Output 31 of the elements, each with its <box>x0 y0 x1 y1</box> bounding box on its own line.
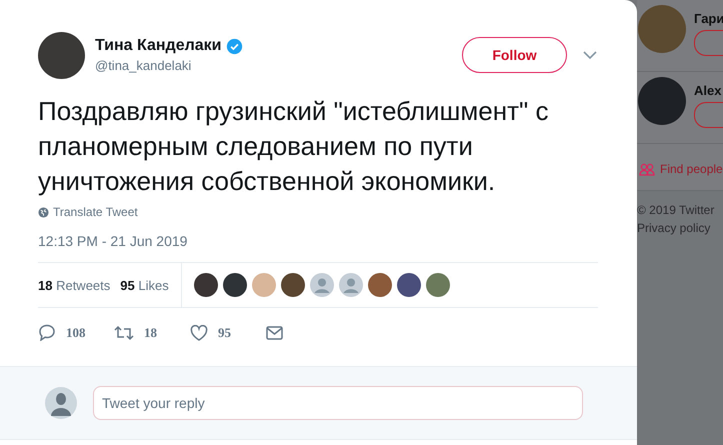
user-name[interactable]: Тина Канделаки <box>95 37 222 55</box>
default-avatar-icon <box>45 387 77 419</box>
account-name[interactable]: Alex <box>694 83 723 98</box>
follow-button[interactable]: Follow <box>462 37 567 73</box>
globe-icon <box>38 206 49 218</box>
copyright-text: © 2019 Twitter <box>637 203 716 217</box>
user-handle[interactable]: @tina_kandelaki <box>95 58 462 73</box>
action-count: 18 <box>144 324 157 340</box>
action-count: 95 <box>218 324 231 340</box>
default-avatar-icon[interactable] <box>310 273 334 297</box>
tweet-timestamp: 12:13 PM - 21 Jun 2019 <box>38 233 188 249</box>
footer-link[interactable]: Privacy policy <box>637 221 710 235</box>
liker-photo-placeholder[interactable] <box>368 273 392 297</box>
envelope-icon[interactable] <box>266 326 283 340</box>
liker-photo-placeholder[interactable] <box>280 273 305 297</box>
chevron-down-icon[interactable] <box>583 50 597 60</box>
liker-photo-placeholder[interactable] <box>194 273 218 297</box>
translate-link[interactable]: Translate Tweet <box>53 205 138 219</box>
stat-count[interactable]: 18 Retweets <box>38 278 110 292</box>
account-photo-placeholder[interactable] <box>638 77 686 125</box>
retweet-icon[interactable] <box>114 324 134 340</box>
profile-photo-placeholder <box>38 32 85 78</box>
tweet-text: Поздравляю грузинский "истеблишмент" с планомерным следованием по пути уничтожения собственной экономики. <box>38 95 550 198</box>
liker-photo-placeholder[interactable] <box>396 273 421 297</box>
heart-icon[interactable] <box>190 324 208 340</box>
reply-icon[interactable] <box>38 324 56 341</box>
liker-photo-placeholder[interactable] <box>222 273 247 297</box>
stat-count[interactable]: 95 Likes <box>120 278 169 292</box>
action-count: 108 <box>66 324 86 340</box>
reply-input-field[interactable]: Tweet your reply <box>93 386 583 420</box>
default-avatar-icon[interactable] <box>338 273 363 297</box>
